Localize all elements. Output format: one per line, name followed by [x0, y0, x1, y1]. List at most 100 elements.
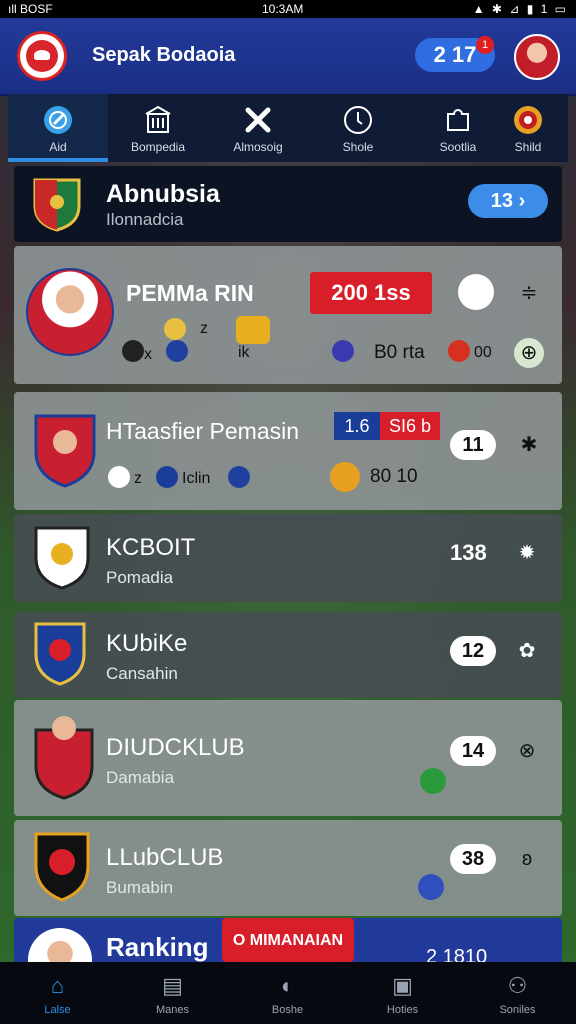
shield-small-icon	[228, 466, 250, 488]
ranking-title: Ranking	[106, 932, 209, 962]
ball-icon	[420, 768, 446, 794]
tab-shole[interactable]: Shole	[308, 94, 408, 162]
status-bar: ıll BOSF 10:3AM ▲ ✱ ⊿ ▮ 1 ▭	[0, 0, 576, 18]
tab-almosoig[interactable]: Almosoig	[208, 94, 308, 162]
boot-icon	[122, 340, 144, 362]
ranking-badge[interactable]: O MIMANAIAN	[222, 918, 354, 962]
club-subtitle: Bumabin	[106, 878, 174, 897]
nav-ball[interactable]: ◐ Boshe	[230, 962, 345, 1024]
player-card[interactable]: PEMMa RIN 200 1ss ≑ z x ik B0 rta 00 ⊕	[14, 246, 562, 384]
avatar[interactable]	[514, 34, 560, 80]
crest-small-icon	[458, 274, 494, 310]
mini-stat: Iclin	[182, 470, 211, 487]
stat-value: 80 10	[370, 466, 418, 487]
ball-icon	[418, 874, 444, 900]
profile-icon: ⚇	[507, 973, 528, 998]
bottom-navigation: ⌂ Lalse ▤ Manes ◐ Boshe ▣ Hoties ⚇ Sonil…	[0, 962, 576, 1024]
stat-value: B0 rta	[374, 342, 425, 363]
sync-icon[interactable]: ʚ	[512, 844, 542, 874]
club-subtitle: Pomadia	[106, 568, 174, 587]
list-item[interactable]: KUbiKe Cansahin 12 ✿	[14, 612, 562, 698]
club-name: KCBOIT	[106, 534, 196, 561]
ball-icon: ◐	[280, 973, 295, 998]
status-icons: ▲ ✱ ⊿ ▮ 1 ▭	[472, 2, 568, 16]
avatar	[28, 928, 92, 962]
player-shield-icon	[34, 716, 94, 800]
open-club-button[interactable]: 13 ›	[468, 184, 548, 218]
mini-stat: z	[200, 320, 208, 337]
list-item[interactable]: DIUDCKLUB Damabia 14 ⊗	[14, 700, 562, 816]
nav-home[interactable]: ⌂ Lalse	[0, 962, 115, 1024]
featured-club-card[interactable]: Abnubsia Ilonnadcia 13 ›	[14, 166, 562, 242]
transfer-score: 11	[450, 430, 496, 460]
tab-label: Bompedia	[130, 140, 186, 154]
gear-icon[interactable]: ✹	[512, 538, 542, 568]
building-icon	[142, 104, 174, 136]
nav-label: Soniles	[499, 1004, 536, 1016]
notification-count[interactable]: 1	[476, 36, 494, 54]
nav-profile[interactable]: ⚇ Soniles	[460, 962, 575, 1024]
clock-icon	[342, 104, 374, 136]
club-name: DIUDCKLUB	[106, 734, 245, 761]
home-icon: ⌂	[50, 973, 65, 998]
nav-list[interactable]: ▤ Manes	[115, 962, 230, 1024]
club-score: 38	[450, 844, 496, 874]
list-icon: ▤	[162, 973, 183, 998]
nav-label: Lalse	[44, 1004, 71, 1016]
tab-label: Shole	[342, 140, 374, 154]
club-badge-icon	[156, 466, 178, 488]
shield-icon	[512, 104, 544, 136]
tab-label: Aid	[49, 140, 67, 154]
transfer-title: HTaasfier Pemasin	[106, 418, 300, 444]
club-score: 14	[450, 736, 496, 766]
shuffle-icon	[242, 104, 274, 136]
club-subtitle: Cansahin	[106, 664, 178, 683]
club-score: 138	[450, 540, 487, 565]
club-crest-icon	[34, 832, 90, 902]
club-score: 12	[450, 636, 496, 666]
club-crest-icon	[34, 622, 86, 686]
list-item[interactable]: LLubCLUB Bumabin 38 ʚ	[14, 820, 562, 916]
ranking-bar[interactable]: Ranking O MIMANAIAN 2 1810	[14, 918, 562, 962]
transfer-card[interactable]: HTaasfier Pemasin 1.6 SI6 b 11 ✱ z Iclin…	[14, 392, 562, 510]
chart-icon[interactable]: ⊕	[514, 338, 544, 368]
red-stat: SI6 b	[380, 412, 440, 440]
trophy-icon	[330, 462, 360, 492]
calendar-icon: ▣	[392, 973, 413, 998]
club-subtitle: Ilonnadcia	[106, 210, 184, 229]
mini-stat: z	[134, 470, 142, 487]
medal-icon	[164, 318, 186, 340]
club-name: KUbiKe	[106, 630, 188, 657]
player-photo	[26, 268, 114, 356]
player-shield-icon	[34, 414, 96, 488]
club-crest-icon	[33, 178, 81, 232]
nav-label: Hoties	[386, 1004, 419, 1016]
clock: 10:3AM	[262, 2, 304, 16]
tab-shild[interactable]: Shild	[488, 94, 568, 162]
app-header: Sepak Bodaoia 2 17 1	[0, 18, 576, 96]
logo-icon	[26, 40, 58, 72]
tab-label: Almosoig	[233, 140, 283, 154]
club-name: LLubCLUB	[106, 844, 224, 871]
club-name: Abnubsia	[106, 180, 220, 208]
signal-indicator: ıll BOSF	[8, 2, 53, 16]
paw-icon	[108, 466, 130, 488]
tab-bompedia[interactable]: Bompedia	[108, 94, 208, 162]
tab-label: Shild	[514, 140, 542, 154]
settings-icon[interactable]: ✱	[514, 430, 544, 460]
puzzle-icon	[442, 104, 474, 136]
tab-aid[interactable]: Aid	[8, 94, 108, 162]
club-badge-icon	[166, 340, 188, 362]
nav-label: Manes	[155, 1004, 190, 1016]
puzzle-icon[interactable]: ✿	[512, 636, 542, 666]
nav-calendar[interactable]: ▣ Hoties	[345, 962, 460, 1024]
list-item[interactable]: KCBOIT Pomadia 138 ✹	[14, 514, 562, 602]
app-title: Sepak Bodaoia	[92, 44, 236, 66]
sort-icon[interactable]: ⊗	[512, 736, 542, 766]
filter-icon[interactable]: ≑	[514, 278, 544, 308]
stat-value: 00	[474, 344, 492, 361]
nav-label: Boshe	[271, 1004, 304, 1016]
mini-stat: ik	[238, 344, 250, 361]
app-logo[interactable]	[20, 34, 64, 78]
ranking-value: 2 1810	[426, 946, 488, 962]
